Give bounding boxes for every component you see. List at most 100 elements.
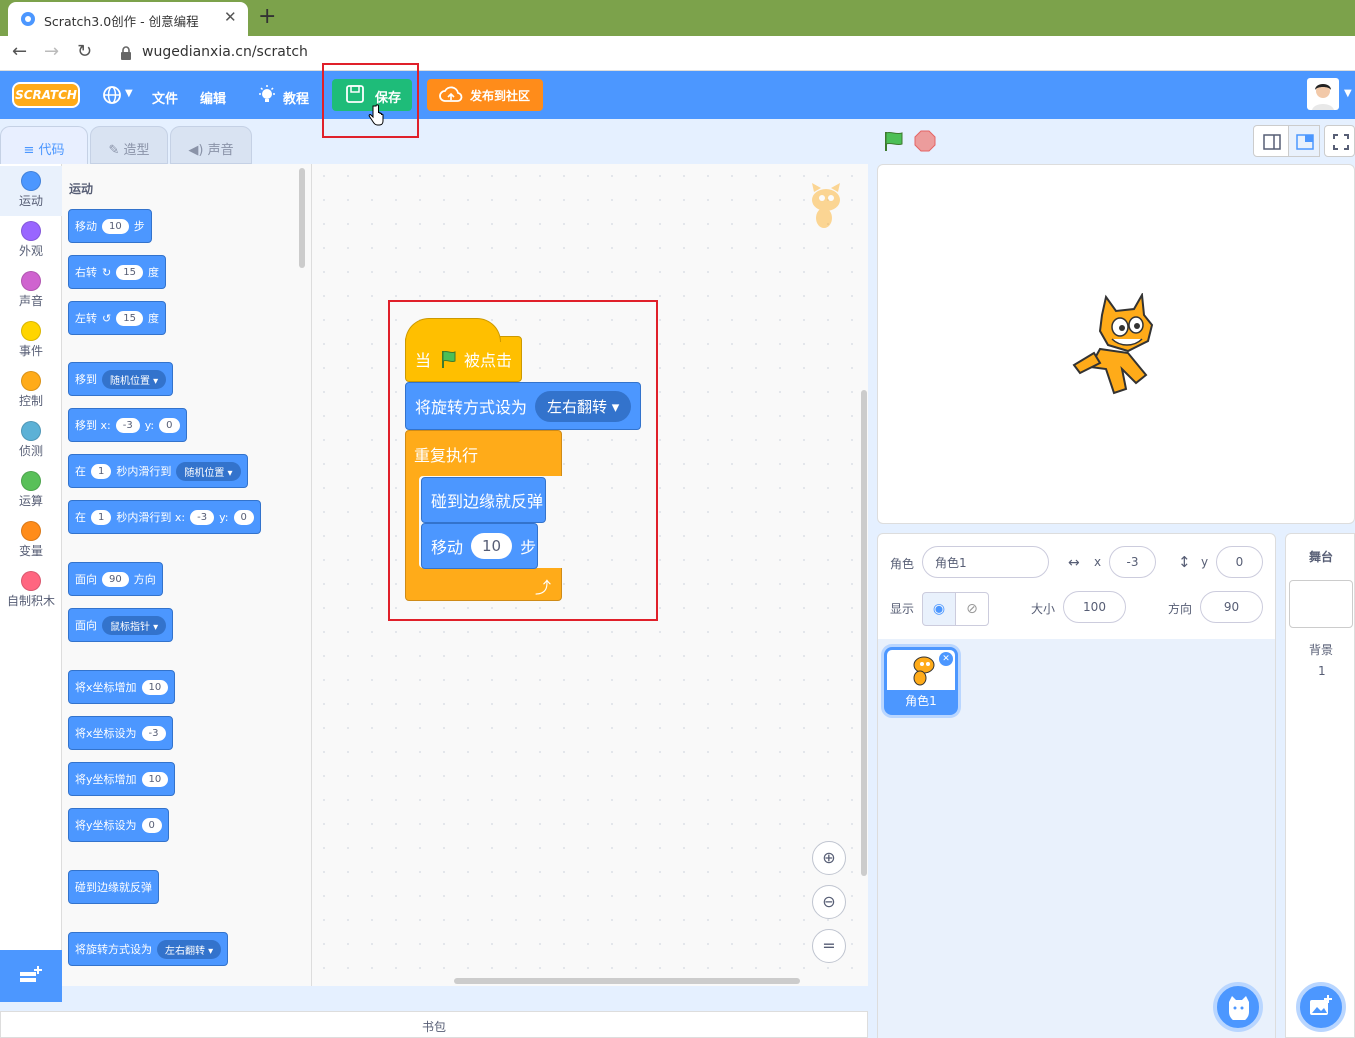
stop-icon[interactable] [914,130,936,152]
tab-sounds[interactable]: ◀) 声音 [170,126,252,164]
publish-to-community-button[interactable]: 发布到社区 [427,79,543,111]
add-sprite-cat-icon [1229,996,1249,1022]
new-tab-icon[interactable]: + [258,4,276,29]
category-control[interactable]: 控制 [0,366,62,416]
normal-stage-button[interactable] [1288,125,1320,157]
avatar-person-icon [1312,84,1334,110]
y-label: y [1201,555,1209,569]
block-move-steps[interactable]: 移动 10 步 [68,209,152,243]
browser-tab-title: Scratch3.0创作 - 创意编程 [44,14,199,29]
stage-thumbnail[interactable] [1289,580,1353,628]
normal-stage-icon [1296,134,1314,150]
block-point-direction[interactable]: 面向 90 方向 [68,562,163,596]
file-menu[interactable]: 文件 [152,88,178,107]
block-go-to[interactable]: 移到 随机位置 ▾ [68,362,174,396]
block-turn-left[interactable]: 左转 ↺ 15 度 [68,301,166,335]
block-bounce[interactable]: 碰到边缘就反弹 [68,870,159,904]
category-color-dot [21,271,41,291]
x-input[interactable]: -3 [1109,546,1156,578]
highlight-box-script [388,300,658,621]
zoom-out-icon[interactable]: ⊖ [812,885,846,919]
block-change-y[interactable]: 将y坐标增加 10 [68,762,176,796]
code-tab-icon: ≡ [23,143,39,158]
hand-cursor-icon [368,104,384,126]
close-tab-icon[interactable]: ✕ [224,8,237,26]
add-backdrop-button[interactable] [1296,982,1346,1032]
edit-menu[interactable]: 编辑 [200,88,226,107]
add-extension-icon [20,966,42,982]
palette-scrollbar[interactable] [299,168,305,268]
direction-input[interactable]: 90 [1200,591,1263,623]
lock-icon [121,46,131,60]
block-change-x[interactable]: 将x坐标增加 10 [68,670,176,704]
block-glide-to-xy[interactable]: 在 1 秒内滑行到 x: -3 y: 0 [68,500,261,534]
browser-tab[interactable]: Scratch3.0创作 - 创意编程 ✕ [8,2,248,36]
account-chevron-icon[interactable]: ▼ [1344,88,1352,99]
language-globe-icon[interactable] [102,85,122,105]
block-point-towards[interactable]: 面向 鼠标指针 ▾ [68,608,174,642]
delete-sprite-icon[interactable]: ✕ [939,652,953,666]
show-sprite-eye-icon[interactable]: ◉ [922,592,956,626]
add-extension-button[interactable] [0,950,62,1002]
category-color-dot [21,521,41,541]
block-set-y[interactable]: 将y坐标设为 0 [68,808,169,842]
category-color-dot [21,221,41,241]
fullscreen-button[interactable] [1324,125,1355,157]
sprite-thumbnail-icon [913,656,935,686]
cat-sprite[interactable] [1064,293,1164,397]
category-color-dot [21,471,41,491]
add-backdrop-icon [1310,995,1332,1015]
category-events[interactable]: 事件 [0,316,62,366]
category-my-blocks[interactable]: 自制积木 [0,566,62,616]
sprite-name-input[interactable]: 角色1 [922,546,1049,578]
horizontal-arrows-icon: ↔ [1068,555,1080,571]
user-avatar[interactable] [1307,78,1339,110]
category-sound[interactable]: 声音 [0,266,62,316]
size-input[interactable]: 100 [1063,591,1126,623]
forward-icon[interactable]: → [44,41,59,62]
small-stage-icon [1263,134,1281,150]
speaker-icon: ◀) [188,143,208,158]
publish-label: 发布到社区 [470,89,531,103]
category-sensing[interactable]: 侦测 [0,416,62,466]
block-set-rotation-style[interactable]: 将旋转方式设为 左右翻转 ▾ [68,932,229,966]
x-label: x [1094,555,1102,569]
small-stage-button[interactable] [1253,125,1289,157]
block-go-to-xy[interactable]: 移到 x: -3 y: 0 [68,408,187,442]
block-set-x[interactable]: 将x坐标设为 -3 [68,716,173,750]
green-flag-icon[interactable] [882,130,906,152]
sprite-tile-label: 角色1 [887,690,955,712]
tutorial-menu[interactable]: 教程 [283,88,309,107]
sprite-tile[interactable]: 角色1 ✕ [884,647,958,715]
tab-costumes[interactable]: ✎ 造型 [90,126,168,164]
backpack[interactable]: 书包 [0,1011,868,1038]
category-looks[interactable]: 外观 [0,216,62,266]
reload-icon[interactable]: ↻ [77,41,92,62]
chevron-down-icon[interactable]: ▼ [125,88,133,99]
url-text[interactable]: wugedianxia.cn/scratch [142,44,308,60]
back-icon[interactable]: ← [12,41,27,62]
hide-sprite-eye-icon[interactable]: ⊘ [955,592,989,626]
category-color-dot [21,321,41,341]
tab-code[interactable]: ≡ 代码 [0,126,88,164]
add-sprite-button[interactable] [1213,982,1263,1032]
scratch-logo[interactable]: SCRATCH [12,82,80,108]
direction-label: 方向 [1168,602,1193,616]
category-motion[interactable]: 运动 [0,166,62,216]
sprite-watermark-icon [812,183,840,228]
size-label: 大小 [1031,602,1056,616]
stage-canvas[interactable] [877,164,1355,524]
category-variables[interactable]: 变量 [0,516,62,566]
zoom-reset-icon[interactable]: = [812,929,846,963]
block-glide-to[interactable]: 在 1 秒内滑行到 随机位置 ▾ [68,454,248,488]
category-color-dot [21,371,41,391]
workspace-horizontal-scrollbar[interactable] [454,978,800,984]
show-label: 显示 [890,602,915,616]
category-color-dot [21,571,41,591]
y-input[interactable]: 0 [1216,546,1263,578]
block-turn-right[interactable]: 右转 ↻ 15 度 [68,255,166,289]
zoom-in-icon[interactable]: ⊕ [812,841,846,875]
stage-pane-title: 舞台 [1309,550,1334,564]
workspace-vertical-scrollbar[interactable] [861,390,867,876]
category-operators[interactable]: 运算 [0,466,62,516]
